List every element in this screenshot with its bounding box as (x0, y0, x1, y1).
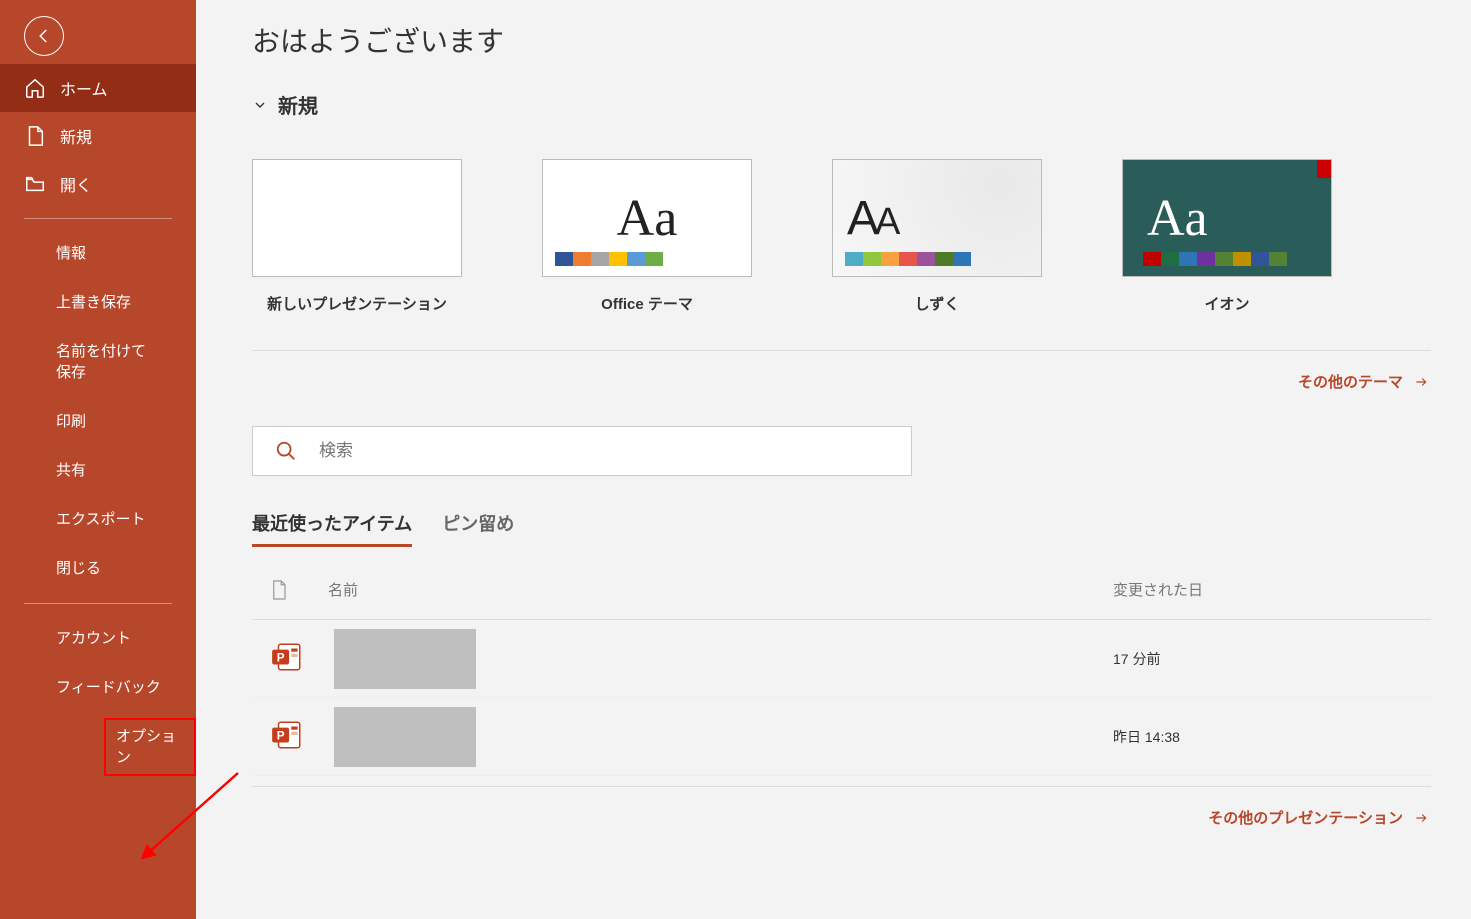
template-label: Office テーマ (542, 293, 752, 314)
link-text: その他のプレゼンテーション (1208, 807, 1403, 828)
list-header: 名前 変更された日 (252, 565, 1431, 620)
template-thumb: Aa (542, 159, 752, 277)
sidebar-item-print[interactable]: 印刷 (0, 397, 196, 446)
options-highlight: オプション (104, 718, 196, 776)
sidebar-item-new[interactable]: 新規 (0, 112, 196, 160)
template-thumb (252, 159, 462, 277)
color-swatches (555, 252, 663, 266)
new-section-toggle[interactable]: 新規 (252, 90, 1431, 119)
filename-placeholder (334, 707, 476, 767)
sidebar-label: ホーム (60, 76, 108, 100)
sidebar-item-account[interactable]: アカウント (0, 614, 196, 663)
divider (24, 603, 172, 604)
template-ion[interactable]: Aa イオン (1122, 159, 1332, 314)
folder-open-icon (24, 173, 46, 195)
theme-preview-text: AA (847, 191, 896, 246)
col-name[interactable]: 名前 (328, 579, 1113, 605)
search-input[interactable] (319, 441, 889, 461)
arrow-right-icon (1411, 375, 1431, 389)
svg-text:P: P (277, 651, 285, 664)
arrow-left-icon (35, 27, 53, 45)
sidebar-item-share[interactable]: 共有 (0, 446, 196, 495)
tab-pinned[interactable]: ピン留め (442, 510, 514, 547)
template-label: しずく (832, 293, 1042, 314)
new-file-icon (24, 125, 46, 147)
sidebar-item-open[interactable]: 開く (0, 160, 196, 208)
powerpoint-file-icon: P (270, 640, 304, 674)
template-thumb: AA (832, 159, 1042, 277)
backstage-sidebar: ホーム 新規 開く 情報 上書き保存 名前を付けて保存 印刷 共有 エクスポート… (0, 0, 196, 919)
theme-preview-text: Aa (1147, 189, 1208, 248)
back-button[interactable] (24, 16, 64, 56)
file-icon (270, 579, 288, 601)
divider (252, 350, 1431, 351)
divider (24, 218, 172, 219)
greeting-text: おはようございます (252, 20, 1431, 60)
sidebar-item-feedback[interactable]: フィードバック (0, 663, 196, 712)
template-thumb: Aa (1122, 159, 1332, 277)
sidebar-item-saveas[interactable]: 名前を付けて保存 (0, 327, 196, 397)
sidebar-item-export[interactable]: エクスポート (0, 495, 196, 544)
filename-placeholder (334, 629, 476, 689)
recent-file-row[interactable]: P 昨日 14:38 (252, 698, 1431, 776)
more-presentations-link[interactable]: その他のプレゼンテーション (252, 807, 1431, 828)
section-title: 新規 (278, 90, 318, 119)
sidebar-item-home[interactable]: ホーム (0, 64, 196, 112)
home-icon (24, 77, 46, 99)
divider (252, 786, 1431, 787)
color-swatches (845, 252, 971, 266)
sidebar-label: 新規 (60, 124, 92, 148)
powerpoint-file-icon: P (270, 718, 304, 752)
col-icon (270, 579, 328, 605)
recent-file-row[interactable]: P 17 分前 (252, 620, 1431, 698)
recent-tabs: 最近使ったアイテム ピン留め (252, 510, 1431, 547)
sidebar-item-info[interactable]: 情報 (0, 229, 196, 278)
template-shizuku[interactable]: AA しずく (832, 159, 1042, 314)
templates-row: 新しいプレゼンテーション Aa Office テーマ AA しずく Aa (252, 159, 1431, 314)
link-text: その他のテーマ (1298, 371, 1403, 392)
file-date: 昨日 14:38 (1113, 727, 1413, 747)
sidebar-label: 開く (60, 172, 92, 196)
sidebar-item-options[interactable]: オプション (0, 712, 196, 782)
template-label: イオン (1122, 293, 1332, 314)
more-themes-link[interactable]: その他のテーマ (252, 371, 1431, 392)
chevron-down-icon (252, 97, 268, 113)
col-modified[interactable]: 変更された日 (1113, 579, 1413, 605)
template-office-theme[interactable]: Aa Office テーマ (542, 159, 752, 314)
main-panel: おはようございます 新規 新しいプレゼンテーション Aa Office テーマ … (196, 0, 1471, 919)
tab-recent[interactable]: 最近使ったアイテム (252, 510, 412, 547)
search-box[interactable] (252, 426, 912, 476)
template-label: 新しいプレゼンテーション (252, 293, 462, 314)
arrow-right-icon (1411, 811, 1431, 825)
sidebar-item-close[interactable]: 閉じる (0, 544, 196, 593)
template-blank[interactable]: 新しいプレゼンテーション (252, 159, 462, 314)
search-icon (275, 440, 297, 462)
color-swatches (1143, 252, 1287, 266)
theme-preview-text: Aa (617, 189, 678, 248)
file-date: 17 分前 (1113, 649, 1413, 669)
svg-text:P: P (277, 729, 285, 742)
sidebar-item-save[interactable]: 上書き保存 (0, 278, 196, 327)
